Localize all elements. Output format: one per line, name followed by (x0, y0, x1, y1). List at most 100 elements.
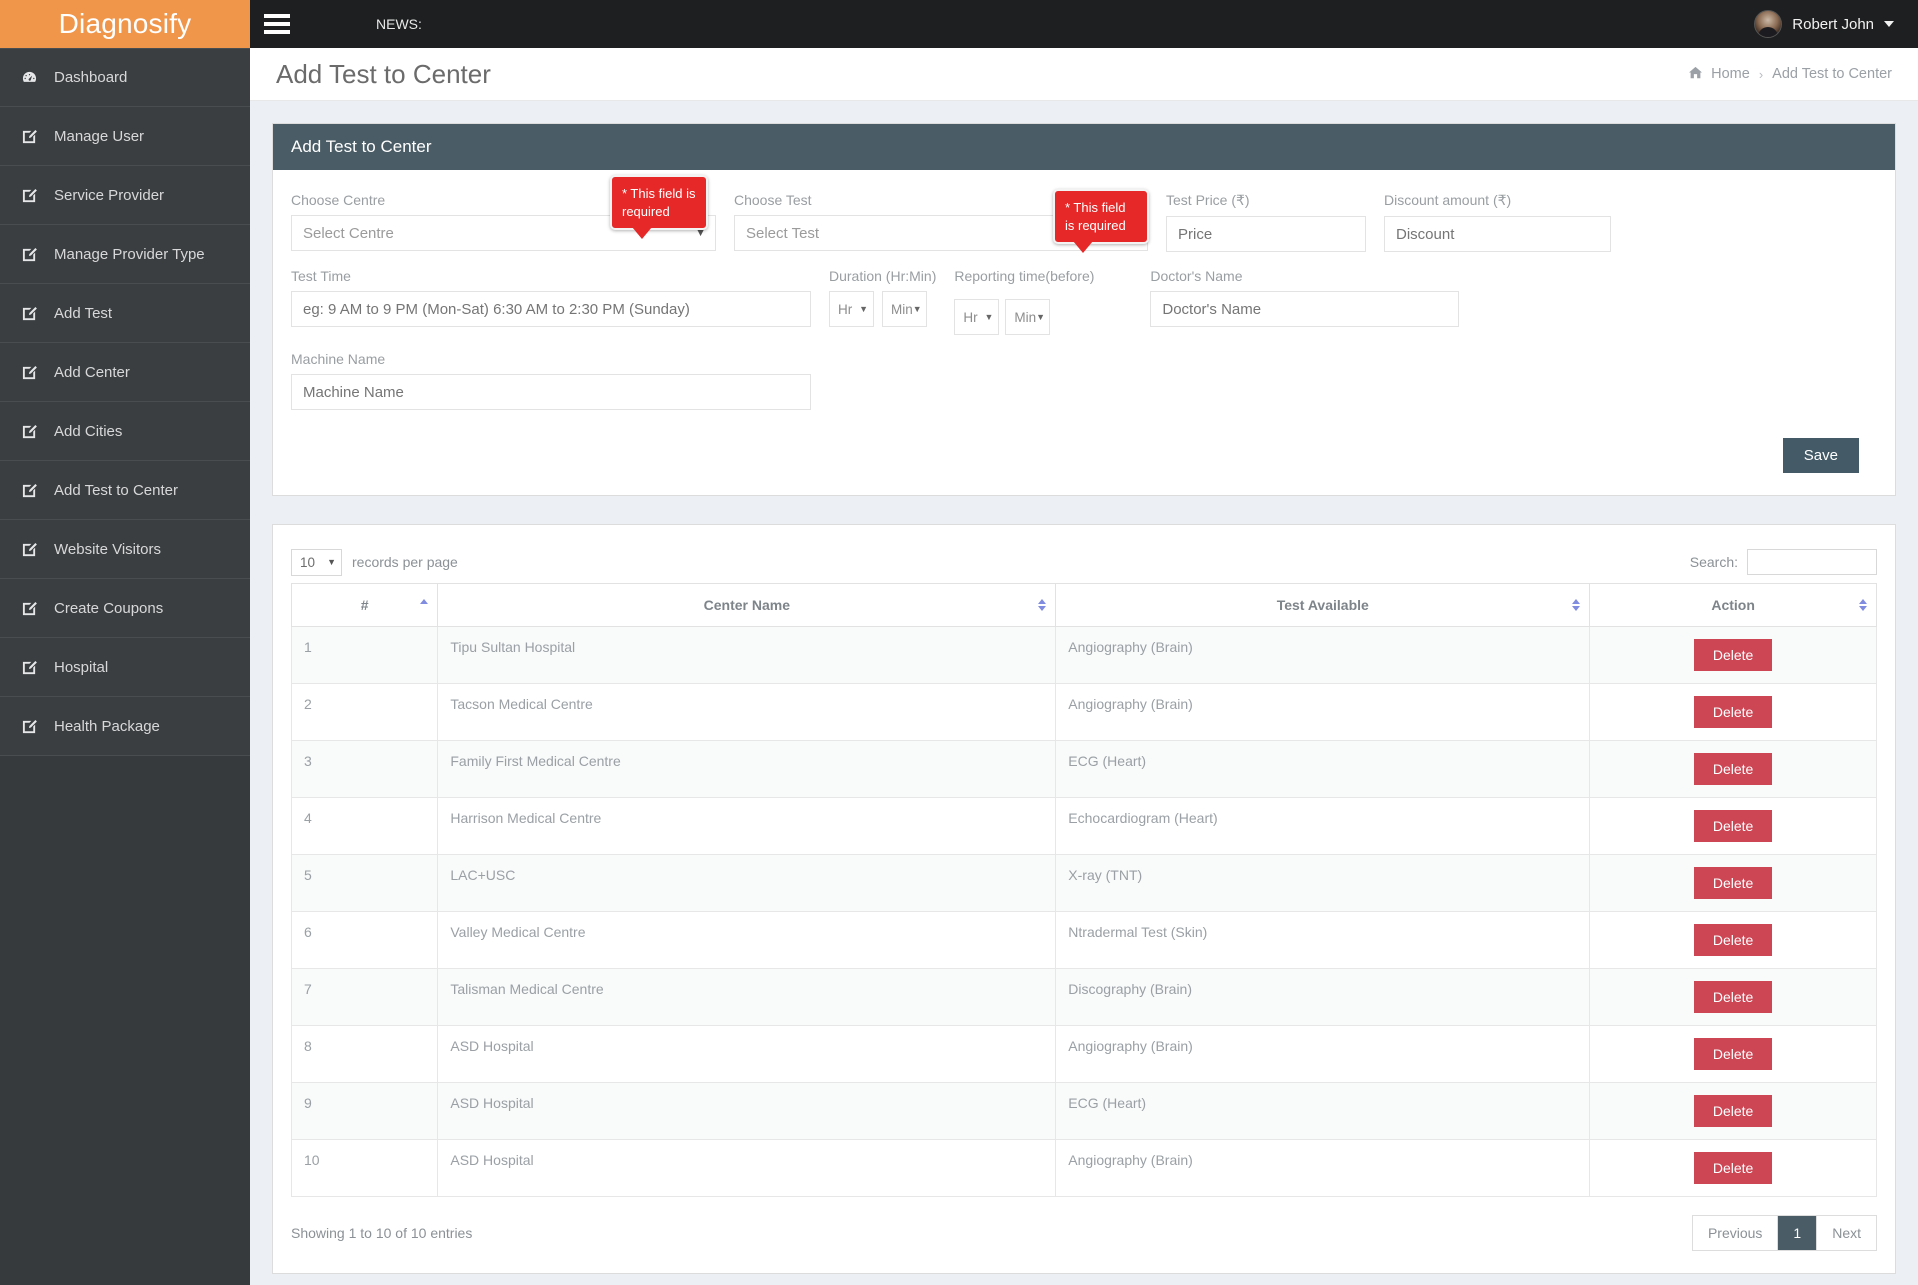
cell-action: Delete (1589, 1082, 1877, 1140)
cell-test-available: Angiography (Brain) (1055, 1025, 1591, 1083)
cell-action: Delete (1589, 740, 1877, 798)
reporting-min-select[interactable]: Min ▼ (1005, 299, 1051, 335)
cell-num: 10 (290, 1139, 439, 1197)
cell-center-name: Tipu Sultan Hospital (437, 626, 1057, 684)
pagination-page-1[interactable]: 1 (1778, 1216, 1818, 1250)
cell-test-available: ECG (Heart) (1055, 740, 1591, 798)
hamburger-icon[interactable] (264, 14, 310, 34)
app-root: Diagnosify Dashboard Manage User Service (0, 0, 1918, 1285)
table-row: 5 LAC+USC X-ray (TNT) Delete (290, 854, 1877, 912)
doctors-name-input[interactable] (1150, 291, 1460, 327)
duration-min-value: Min (891, 301, 913, 317)
cell-test-available: Ntradermal Test (Skin) (1055, 911, 1591, 969)
delete-button[interactable]: Delete (1693, 867, 1773, 899)
delete-button[interactable]: Delete (1693, 753, 1773, 785)
delete-button[interactable]: Delete (1693, 639, 1773, 671)
records-per-page-label: records per page (352, 554, 458, 570)
column-header-num[interactable]: # (290, 583, 439, 627)
sidebar-item-label: Create Coupons (54, 599, 164, 617)
pagination-previous[interactable]: Previous (1692, 1216, 1779, 1250)
field-test-time: Test Time (291, 268, 829, 335)
table-body: 1 Tipu Sultan Hospital Angiography (Brai… (290, 626, 1877, 1197)
reporting-hr-select[interactable]: Hr ▼ (954, 299, 1000, 335)
duration-hr-value: Hr (838, 301, 853, 317)
edit-icon (22, 306, 48, 321)
edit-icon (22, 424, 48, 439)
reporting-hr-value: Hr (963, 309, 978, 325)
machine-name-input[interactable] (291, 374, 811, 410)
breadcrumb-current: Add Test to Center (1772, 66, 1892, 82)
sidebar-item-label: Hospital (54, 658, 109, 676)
table-header-row: # Center Name Test Available Action (290, 583, 1877, 627)
reporting-min-value: Min (1014, 309, 1037, 325)
error-tooltip-test: * This field is required (1053, 189, 1149, 254)
sidebar-item-manage-user[interactable]: Manage User (0, 107, 250, 166)
table-footer: Showing 1 to 10 of 10 entries Previous 1… (291, 1215, 1877, 1251)
cell-num: 7 (290, 968, 439, 1026)
sidebar-item-add-center[interactable]: Add Center (0, 343, 250, 402)
delete-button[interactable]: Delete (1693, 1095, 1773, 1127)
table-row: 2 Tacson Medical Centre Angiography (Bra… (290, 683, 1877, 741)
column-header-test-available[interactable]: Test Available (1055, 583, 1591, 627)
edit-icon (22, 660, 48, 675)
sidebar-item-add-cities[interactable]: Add Cities (0, 402, 250, 461)
machine-name-label: Machine Name (291, 351, 386, 367)
delete-button[interactable]: Delete (1693, 1038, 1773, 1070)
sidebar-item-label: Dashboard (54, 69, 128, 86)
duration-min-select[interactable]: Min ▼ (882, 291, 927, 327)
table-row: 3 Family First Medical Centre ECG (Heart… (290, 740, 1877, 798)
breadcrumb-home[interactable]: Home (1711, 66, 1750, 82)
records-per-page-select[interactable]: 10 ▼ (291, 548, 342, 576)
sidebar-item-add-test[interactable]: Add Test (0, 284, 250, 343)
pagination-next[interactable]: Next (1817, 1216, 1876, 1250)
sidebar-item-hospital[interactable]: Hospital (0, 638, 250, 697)
sidebar-item-add-test-to-center[interactable]: Add Test to Center (0, 461, 250, 520)
field-test-price: Test Price (₹) (1166, 192, 1384, 252)
delete-button[interactable]: Delete (1693, 924, 1773, 956)
cell-center-name: Tacson Medical Centre (437, 683, 1057, 741)
column-header-center-name[interactable]: Center Name (437, 583, 1057, 627)
sidebar-item-label: Manage User (54, 127, 145, 145)
cell-action: Delete (1589, 1025, 1877, 1083)
sidebar-item-manage-provider-type[interactable]: Manage Provider Type (0, 225, 250, 284)
edit-icon (22, 247, 48, 262)
brand-logo[interactable]: Diagnosify (0, 0, 250, 48)
sidebar-item-label: Add Center (54, 363, 130, 381)
user-name: Robert John (1792, 15, 1874, 33)
page-title: Add Test to Center (276, 58, 491, 89)
sidebar-item-website-visitors[interactable]: Website Visitors (0, 520, 250, 579)
search-input[interactable] (1747, 549, 1877, 575)
sidebar-item-label: Manage Provider Type (54, 245, 205, 263)
table-row: 7 Talisman Medical Centre Discography (B… (290, 968, 1877, 1026)
delete-button[interactable]: Delete (1693, 981, 1773, 1013)
sidebar-item-create-coupons[interactable]: Create Coupons (0, 579, 250, 638)
panels-container: Add Test to Center * This field is requi… (250, 101, 1918, 1274)
column-header-action[interactable]: Action (1589, 583, 1877, 627)
edit-icon (22, 719, 48, 734)
chevron-down-icon: ▼ (912, 304, 922, 314)
breadcrumb-separator: › (1758, 66, 1764, 82)
discount-amount-input[interactable] (1384, 216, 1611, 252)
edit-icon (22, 542, 48, 557)
sidebar-item-health-package[interactable]: Health Package (0, 697, 250, 756)
reporting-time-group: Reporting time(before) Hr ▼ Min ▼ (954, 268, 1132, 335)
user-menu[interactable]: Robert John (1754, 10, 1894, 38)
table-info: Showing 1 to 10 of 10 entries (291, 1225, 473, 1241)
chevron-down-icon: ▼ (327, 557, 336, 567)
discount-amount-label: Discount amount (₹) (1384, 192, 1512, 208)
cell-action: Delete (1589, 854, 1877, 912)
sidebar-item-label: Health Package (54, 717, 160, 735)
cell-center-name: Family First Medical Centre (437, 740, 1057, 798)
delete-button[interactable]: Delete (1693, 696, 1773, 728)
duration-hr-select[interactable]: Hr ▼ (829, 291, 874, 327)
test-time-label: Test Time (291, 268, 351, 284)
delete-button[interactable]: Delete (1693, 810, 1773, 842)
save-button[interactable]: Save (1782, 438, 1859, 473)
test-price-input[interactable] (1166, 216, 1366, 252)
test-time-input[interactable] (291, 291, 811, 327)
sidebar-item-service-provider[interactable]: Service Provider (0, 166, 250, 225)
delete-button[interactable]: Delete (1693, 1152, 1773, 1184)
sidebar-nav: Dashboard Manage User Service Provider M… (0, 48, 250, 756)
sidebar-item-dashboard[interactable]: Dashboard (0, 48, 250, 107)
cell-center-name: Harrison Medical Centre (437, 797, 1057, 855)
